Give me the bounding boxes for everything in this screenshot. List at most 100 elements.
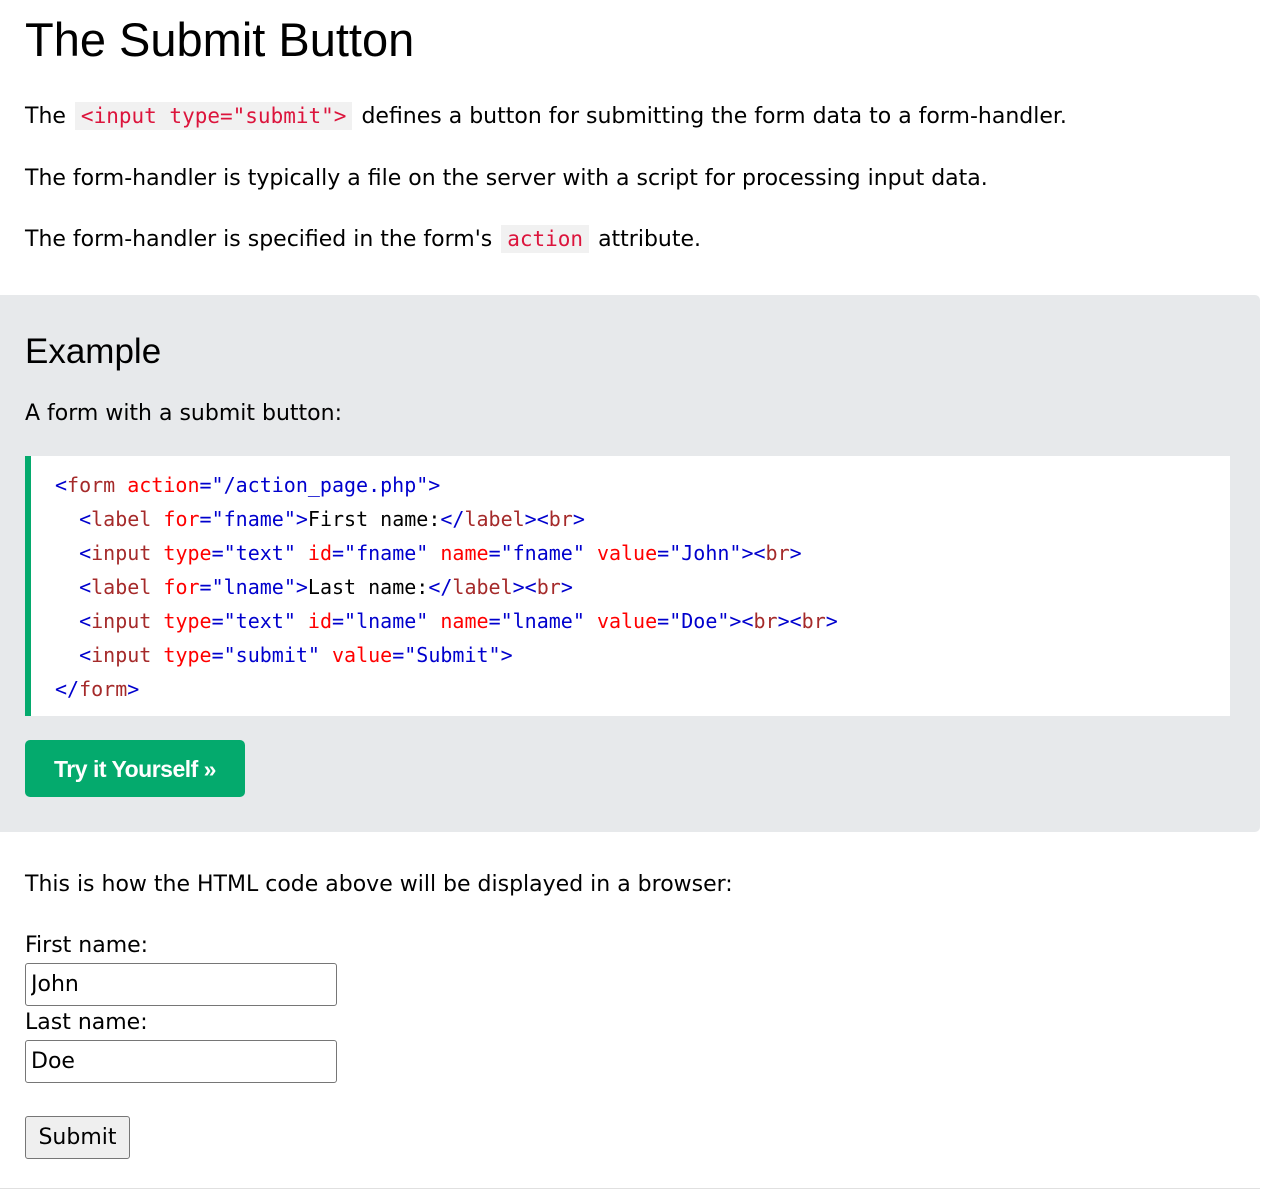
code-token: type [163, 609, 212, 633]
try-it-yourself-button[interactable]: Try it Yourself » [25, 740, 245, 797]
code-token: ="lname"> [199, 575, 308, 599]
code-line: <label for="fname">First name:</label><b… [55, 502, 585, 536]
code-token: First name: [307, 507, 441, 531]
code-token: </ [440, 507, 465, 531]
code-token: form [67, 473, 116, 497]
code-token: br [548, 507, 573, 531]
first-name-input[interactable] [25, 963, 337, 1006]
code-token: label [91, 575, 152, 599]
code-token: >< [512, 575, 537, 599]
code-line: <label for="lname">Last name:</label><br… [55, 570, 573, 604]
code-token: id [307, 541, 333, 565]
code-token: value [332, 643, 393, 667]
code-token: </ [428, 575, 453, 599]
code-token: input [91, 643, 152, 667]
code-token: input [91, 541, 152, 565]
code-token: type [163, 643, 212, 667]
code-token: label [464, 507, 525, 531]
intro-paragraph-handler: The form-handler is typically a file on … [25, 166, 988, 191]
code-token: name [440, 541, 489, 565]
code-token: > [825, 609, 838, 633]
code-line: <form action="/action_page.php"> [55, 468, 440, 502]
inline-code-submit: <input type="submit"> [74, 102, 353, 130]
code-block: <form action="/action_page.php"> <label … [25, 456, 1230, 716]
code-token: ="fname"> [199, 507, 308, 531]
last-name-label: Last name: [25, 1010, 148, 1035]
code-token: ="text" [211, 609, 296, 633]
code-token: for [163, 575, 200, 599]
inline-code-action: action [501, 225, 590, 253]
code-token: >< [777, 609, 802, 633]
code-token: < [55, 473, 68, 497]
code-token: >< [524, 507, 549, 531]
code-token: type [163, 541, 212, 565]
code-token: ="Doe">< [657, 609, 754, 633]
code-token: id [307, 609, 333, 633]
code-token: ="lname" [488, 609, 585, 633]
code-token: br [536, 575, 561, 599]
code-token: action [127, 473, 200, 497]
code-line: <input type="text" id="fname" name="fnam… [55, 536, 802, 570]
intro-paragraph-submit: The <input type="submit"> defines a butt… [25, 100, 1067, 133]
intro-text: attribute. [598, 227, 702, 252]
last-name-input[interactable] [25, 1040, 337, 1083]
intro-paragraph-action: The form-handler is specified in the for… [25, 223, 701, 256]
code-line: <input type="submit" value="Submit"> [55, 638, 513, 672]
code-line: <input type="text" id="lname" name="lnam… [55, 604, 838, 638]
code-token: br [765, 541, 790, 565]
code-token: for [163, 507, 200, 531]
code-token: < [79, 541, 92, 565]
code-token: < [79, 507, 92, 531]
intro-text: The form-handler is specified in the for… [25, 227, 493, 252]
code-token: </ [55, 677, 80, 701]
page-title: The Submit Button [25, 13, 415, 66]
intro-text: defines a button for submitting the form… [361, 104, 1067, 129]
code-token: br [801, 609, 826, 633]
example-heading: Example [25, 332, 162, 371]
code-token: br [753, 609, 778, 633]
code-token: ="fname" [488, 541, 585, 565]
code-token: ="lname" [332, 609, 429, 633]
code-token: ="Submit"> [392, 643, 513, 667]
intro-text: The [25, 104, 66, 129]
code-line: </form> [55, 672, 139, 706]
code-token: ="text" [211, 541, 296, 565]
code-token: value [596, 609, 658, 633]
code-token: label [452, 575, 513, 599]
code-token: > [560, 575, 573, 599]
first-name-label: First name: [25, 933, 149, 958]
code-token: > [127, 677, 140, 701]
code-token: ="fname" [332, 541, 429, 565]
code-token: Last name: [307, 575, 429, 599]
page: The Submit Button The <input type="submi… [0, 0, 1271, 1200]
example-description: A form with a submit button: [25, 401, 342, 426]
display-note: This is how the HTML code above will be … [25, 872, 733, 897]
code-token: < [79, 575, 92, 599]
code-token: > [789, 541, 802, 565]
divider [0, 1188, 1260, 1189]
code-token: input [91, 609, 152, 633]
code-token: form [79, 677, 128, 701]
code-token: < [79, 609, 92, 633]
code-token: value [596, 541, 658, 565]
submit-button[interactable]: Submit [25, 1116, 130, 1159]
code-token: label [91, 507, 152, 531]
code-token: < [79, 643, 92, 667]
code-token: ="John">< [657, 541, 766, 565]
code-token: name [440, 609, 489, 633]
code-token: > [572, 507, 585, 531]
code-token: ="submit" [211, 643, 320, 667]
